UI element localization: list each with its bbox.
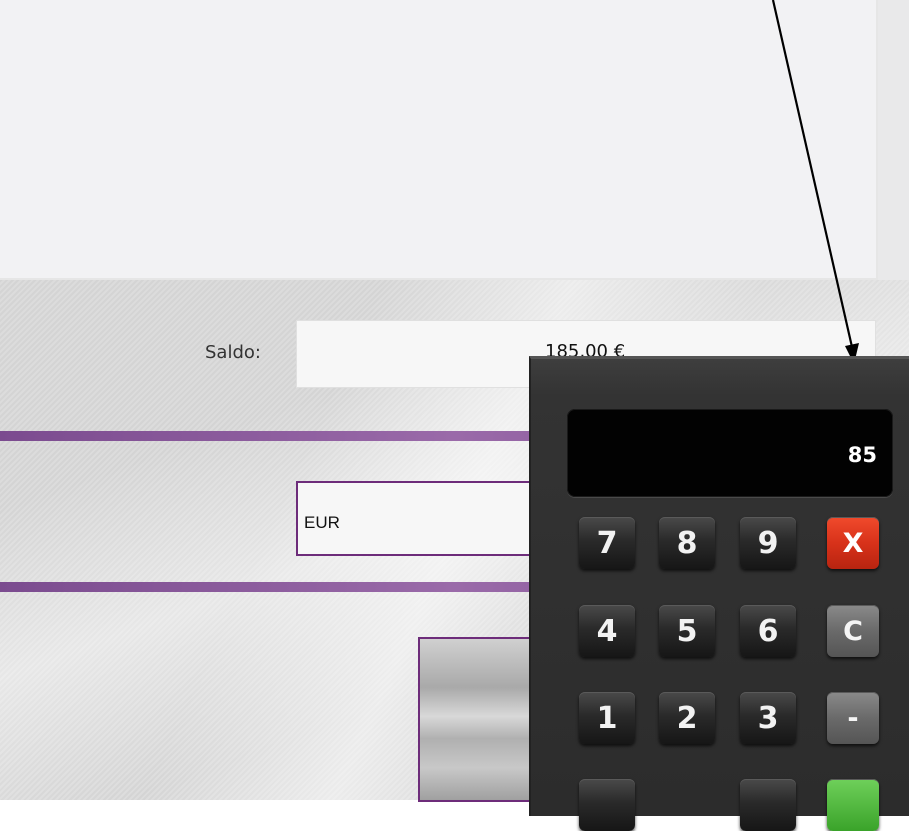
close-button[interactable]: X [827,517,879,569]
minus-button[interactable]: - [827,692,879,744]
content-panel [0,0,878,280]
key-4[interactable]: 4 [579,605,635,657]
key-2[interactable]: 2 [659,692,715,744]
key-3[interactable]: 3 [740,692,796,744]
calculator-display-value: 85 [847,443,877,467]
calculator-popup: 85 7 8 9 X 4 5 6 C 1 2 3 - [529,356,909,831]
key-decimal[interactable] [740,779,796,831]
currency-field[interactable]: EUR [296,481,556,556]
key-8[interactable]: 8 [659,517,715,569]
key-1[interactable]: 1 [579,692,635,744]
key-5[interactable]: 5 [659,605,715,657]
calculator-display: 85 [567,409,893,497]
key-6[interactable]: 6 [740,605,796,657]
key-0[interactable] [579,779,635,831]
confirm-button[interactable] [827,779,879,831]
clear-button[interactable]: C [827,605,879,657]
balance-label: Saldo: [205,342,261,363]
key-7[interactable]: 7 [579,517,635,569]
key-9[interactable]: 9 [740,517,796,569]
scrollbar-track[interactable] [878,0,909,280]
